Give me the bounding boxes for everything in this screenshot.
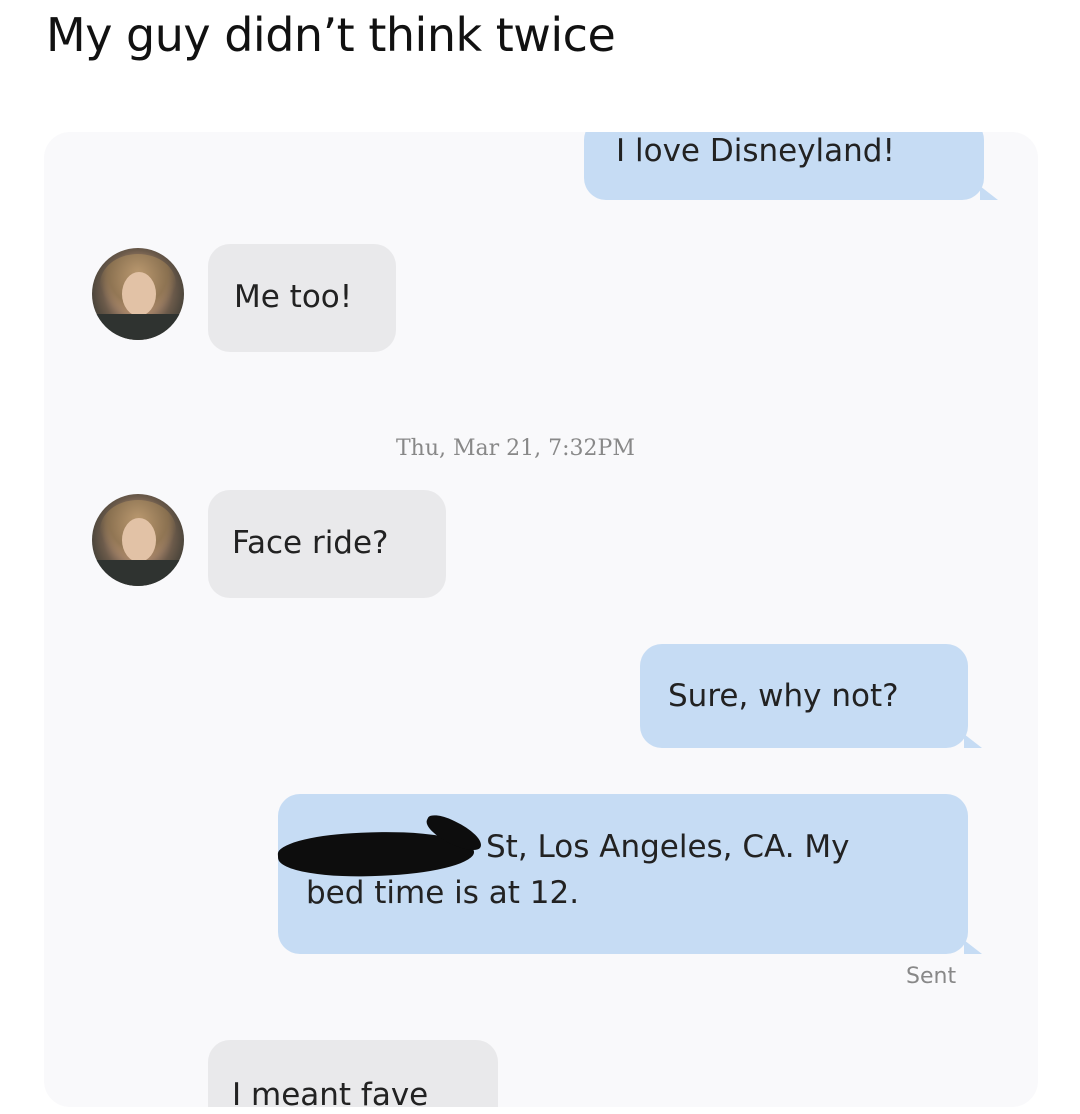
bubble-tail [964,734,982,748]
delivery-status: Sent [906,964,957,989]
received-message-bubble: I meant fave [208,1040,498,1107]
post-caption: My guy didn’t think twice [46,8,616,62]
bubble-tail [980,186,998,200]
contact-avatar[interactable] [92,248,184,340]
message-text: Sure, why not? [668,678,899,714]
chat-screenshot: I love Disneyland! Me too! Thu, Mar 21, … [44,132,1038,1107]
message-text: St, Los Angeles, CA. My [486,829,850,865]
received-message-bubble: Face ride? [208,490,446,598]
message-text: I meant fave [232,1077,429,1107]
sent-message-bubble: I love Disneyland! [584,132,984,200]
message-timestamp: Thu, Mar 21, 7:32PM [396,436,635,461]
received-message-bubble: Me too! [208,244,396,352]
message-text: Face ride? [232,525,389,561]
contact-avatar[interactable] [92,494,184,586]
message-text: I love Disneyland! [616,133,895,169]
message-text: bed time is at 12. [306,875,580,911]
message-text: Me too! [234,279,353,315]
message-line: bed time is at 12. [306,870,968,916]
sent-message-bubble: Sure, why not? [640,644,968,748]
bubble-tail [964,940,982,954]
